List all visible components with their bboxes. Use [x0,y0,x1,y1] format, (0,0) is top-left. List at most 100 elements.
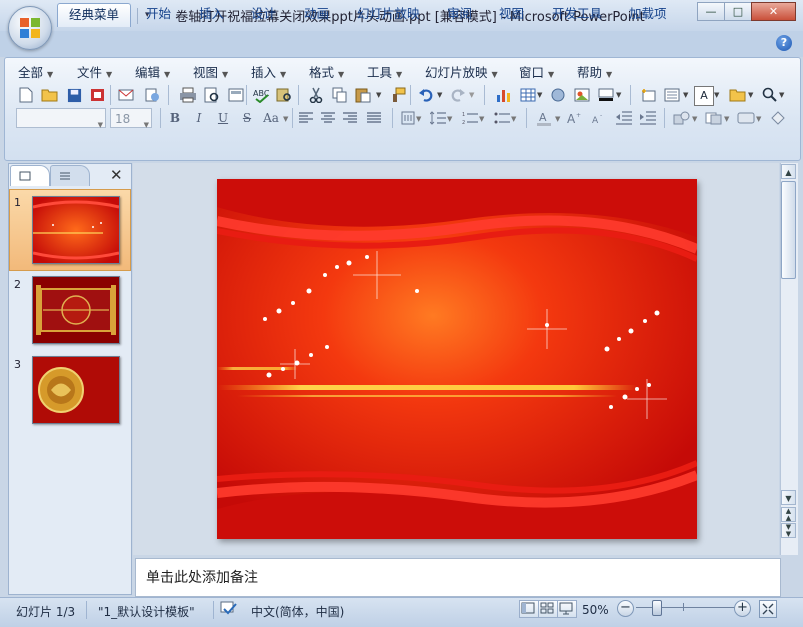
zoom-out-button[interactable]: − [617,600,634,617]
folder-icon[interactable] [728,85,748,105]
slide-thumbnail[interactable] [32,196,120,264]
permission-icon[interactable] [88,85,108,105]
shape-fill-icon[interactable] [768,108,788,128]
bold-button[interactable]: B [166,108,184,128]
close-button[interactable]: ✕ [751,2,796,21]
numbering-dropdown-icon[interactable]: ▼ [479,115,484,123]
font-name-combo[interactable]: ▼ [16,108,106,129]
attachment-icon[interactable] [142,85,162,105]
insert-clipart-icon[interactable] [548,85,568,105]
font-size-combo[interactable]: 18 ▼ [110,108,152,129]
change-case-button[interactable]: Aa [260,108,282,128]
align-left-icon[interactable] [296,108,316,128]
scroll-up-button[interactable]: ▲ [781,164,796,179]
print-icon[interactable] [178,85,198,105]
justify-icon[interactable] [364,108,384,128]
text-direction-dropdown-icon[interactable]: ▼ [416,115,421,123]
underline-button[interactable]: U [214,108,232,128]
slide-sorter-view-button[interactable] [538,600,558,618]
italic-button[interactable]: I [190,108,208,128]
undo-toolbar-icon[interactable] [416,85,436,105]
background-dropdown-icon[interactable]: ▼ [616,91,621,99]
menu-tools[interactable]: 工具 ▼ [367,62,402,81]
font-color-dropdown-icon[interactable]: ▼ [555,115,560,123]
zoom-in-button[interactable]: + [734,600,751,617]
previous-slide-button[interactable]: ▲ ▲ [781,507,796,522]
slideshow-view-button[interactable] [557,600,577,618]
shapes-icon[interactable] [672,108,692,128]
format-painter-icon[interactable] [388,85,408,105]
minimize-button[interactable]: — [697,2,725,21]
tab-addins[interactable]: 加载项 [618,3,678,26]
slide-thumbnail[interactable] [32,276,120,344]
tab-review[interactable]: 审阅 [436,3,483,26]
insert-picture-icon[interactable] [572,85,592,105]
maximize-button[interactable]: □ [724,2,752,21]
outline-tab[interactable] [50,165,90,186]
slide-canvas[interactable] [217,179,697,539]
redo-list-dropdown-icon[interactable]: ▼ [469,91,474,99]
find-dropdown-icon[interactable]: ▼ [779,91,784,99]
menu-window[interactable]: 窗口 ▼ [519,62,554,81]
copy-icon[interactable] [330,85,350,105]
email-icon[interactable] [116,85,136,105]
slides-tab[interactable] [10,165,50,186]
line-spacing-icon[interactable] [428,108,448,128]
tab-animations[interactable]: 动画 [293,3,340,26]
insert-chart-icon[interactable] [494,85,514,105]
grow-font-icon[interactable]: A + [564,108,584,128]
tab-view[interactable]: 视图 [488,3,535,26]
arrange-icon[interactable] [704,108,724,128]
slide-layout-icon[interactable] [226,85,246,105]
fit-to-window-button[interactable] [759,600,777,618]
tab-design[interactable]: 设计 [240,3,287,26]
increase-indent-icon[interactable] [638,108,658,128]
tab-insert[interactable]: 插入 [188,3,235,26]
textbox-icon[interactable]: A [694,86,714,106]
menu-help[interactable]: 帮助 ▼ [577,62,612,81]
menu-insert[interactable]: 插入 ▼ [251,62,286,81]
cut-icon[interactable] [306,85,326,105]
scroll-down-button[interactable]: ▼ [781,490,796,505]
help-button[interactable]: ? [776,35,792,51]
case-dropdown-icon[interactable]: ▼ [283,115,288,123]
notes-pane[interactable]: 单击此处添加备注 [135,558,781,597]
zoom-slider-track[interactable] [636,607,736,608]
arrange-dropdown-icon[interactable]: ▼ [724,115,729,123]
text-direction-icon[interactable] [398,108,418,128]
background-color-icon[interactable] [596,85,616,105]
design-template-name[interactable]: "1_默认设计模板" [98,603,195,620]
bullets-icon[interactable] [492,108,512,128]
textbox-dropdown-icon[interactable]: ▼ [714,91,719,99]
language-indicator[interactable]: 中文(简体，中国) [251,603,344,620]
office-button[interactable] [8,6,52,50]
folder-dropdown-icon[interactable]: ▼ [748,91,753,99]
paste-dropdown-icon[interactable]: ▼ [376,91,381,99]
scrollbar-thumb[interactable] [781,181,796,279]
menu-edit[interactable]: 编辑 ▼ [135,62,170,81]
font-color-icon[interactable]: A [534,108,554,128]
zoom-level[interactable]: 50% [582,603,609,617]
numbering-icon[interactable]: 12 [460,108,480,128]
new-document-icon[interactable] [16,85,36,105]
undo-list-dropdown-icon[interactable]: ▼ [437,91,442,99]
strikethrough-button[interactable]: S [238,108,256,128]
layout-dropdown-icon[interactable]: ▼ [683,91,688,99]
spell-check-icon[interactable] [220,600,238,616]
menu-all[interactable]: 全部 ▼ [18,62,53,81]
paste-icon[interactable] [354,85,374,105]
menu-file[interactable]: 文件 ▼ [77,62,112,81]
quick-styles-dropdown-icon[interactable]: ▼ [756,115,761,123]
tab-developer[interactable]: 开发工具 [541,3,613,26]
insert-table-icon[interactable] [518,85,538,105]
open-folder-icon[interactable] [40,85,60,105]
slide-thumbnail[interactable] [32,356,120,424]
line-spacing-dropdown-icon[interactable]: ▼ [447,115,452,123]
shapes-dropdown-icon[interactable]: ▼ [692,115,697,123]
tab-slideshow[interactable]: 幻灯片放映 [346,3,431,26]
decrease-indent-icon[interactable] [614,108,634,128]
save-file-icon[interactable] [64,85,84,105]
shrink-font-icon[interactable]: A- [588,108,608,128]
find-icon[interactable] [760,85,780,105]
close-pane-icon[interactable]: ✕ [110,166,123,184]
